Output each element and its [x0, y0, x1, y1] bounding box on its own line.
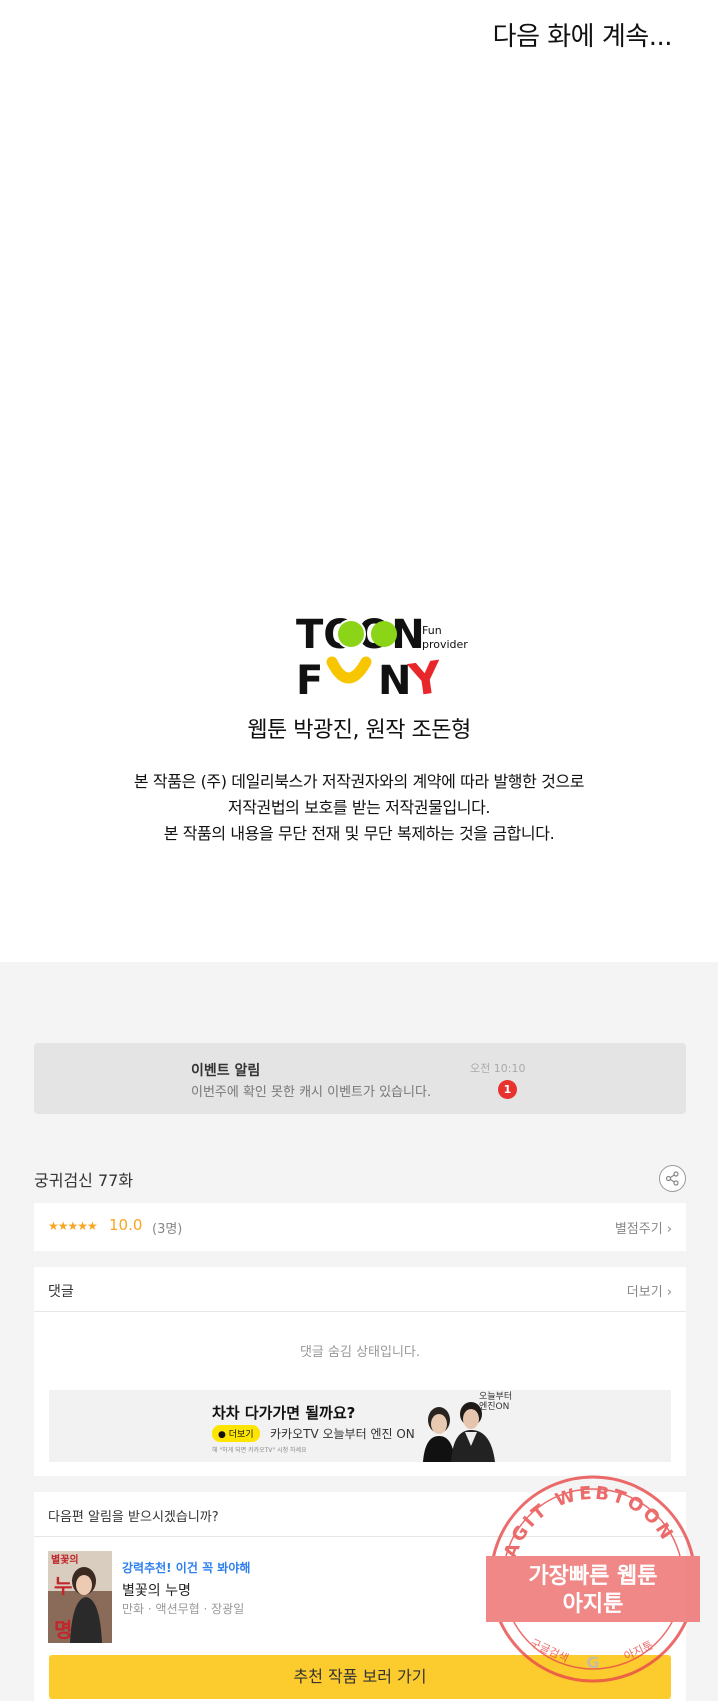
rating-card: ★★★★★ 10.0 (3명) 별점주기 ›	[34, 1203, 686, 1251]
ad-logo-line-2: 엔진ON	[479, 1402, 510, 1412]
continue-text: 다음 화에 계속...	[492, 22, 673, 52]
logo-tagline-provider: provider	[422, 638, 468, 651]
ad-logo-line-1: 오늘부터	[479, 1392, 513, 1402]
episode-title: 궁귀검신 77화	[34, 1171, 134, 1190]
toonfuny-logo: TOON Fun provider F N Y	[296, 612, 468, 698]
comments-hidden-message: 댓글 숨김 상태입니다.	[299, 1345, 421, 1360]
credit-line: 웹툰 박광진, 원작 조돈형	[247, 718, 471, 743]
share-icon	[665, 1171, 679, 1186]
rating-score: 10.0	[109, 1216, 143, 1234]
ad-banner[interactable]: 차차 다가가면 될까요? ● 더보기 카카오TV 오늘부터 엔진 ON 해 "하…	[49, 1390, 671, 1462]
copyright-notice: 본 작품은 (주) 데일리북스가 저작권자와의 계약에 따라 발행한 것으로 저…	[0, 769, 718, 847]
ad-description: 카카오TV 오늘부터 엔진 ON	[270, 1427, 415, 1441]
notice-line-3: 본 작품의 내용을 무단 전재 및 무단 복제하는 것을 금합니다.	[163, 824, 555, 843]
recommended-title[interactable]: 별꽃의 누명	[122, 1580, 191, 1600]
next-episode-question: 다음편 알림을 받으시겠습니까?	[48, 1510, 219, 1525]
share-button[interactable]	[659, 1165, 686, 1192]
event-description: 이번주에 확인 못한 캐시 이벤트가 있습니다.	[191, 1085, 432, 1100]
logo-f: F	[296, 658, 323, 698]
notice-line-2: 저작권법의 보호를 받는 저작권물입니다.	[227, 798, 491, 817]
comments-header: 댓글 더보기 ›	[34, 1267, 686, 1312]
comments-more-link[interactable]: 더보기 ›	[627, 1281, 672, 1300]
watermark-bottom-right: 아지툰	[622, 1639, 655, 1664]
logo-y: Y	[405, 652, 446, 698]
watermark-line-2: 아지툰	[563, 1592, 624, 1617]
google-g-icon: G	[586, 1653, 599, 1672]
rate-button[interactable]: 별점주기 ›	[615, 1218, 672, 1237]
cover-title-3: 명	[54, 1618, 72, 1642]
comments-title: 댓글	[48, 1284, 74, 1300]
event-count-badge: 1	[498, 1080, 517, 1099]
notice-line-1: 본 작품은 (주) 데일리북스가 저작권자와의 계약에 따라 발행한 것으로	[133, 772, 585, 791]
recommended-meta: 만화 · 액션무협 · 장광일	[122, 1602, 245, 1616]
ad-show-logo: 오늘부터 엔진ON	[479, 1392, 512, 1412]
ad-fine-print: 해 "하게 되면 카카오TV" 시청 하세요	[212, 1447, 307, 1454]
ad-title: 차차 다가가면 될까요?	[212, 1404, 356, 1422]
watermark-stamp: AGIT WEBTOON 가장빠른 웹툰 아지툰 구글검색 G 아지툰	[486, 1475, 700, 1683]
event-notification[interactable]: 이벤트 알림 이번주에 확인 못한 캐시 이벤트가 있습니다. 오전 10:10…	[34, 1043, 686, 1114]
logo-tagline-fun: Fun	[422, 624, 442, 637]
cover-title-2: 누	[54, 1574, 72, 1598]
recommend-tag: 강력추천! 이건 꼭 봐야해	[122, 1561, 251, 1575]
event-time: 오전 10:10	[470, 1062, 526, 1075]
recommended-cover[interactable]: 별꽃의 누 명	[48, 1551, 112, 1643]
ad-more-button[interactable]: ● 더보기	[212, 1425, 260, 1442]
comments-card: 댓글 더보기 › 댓글 숨김 상태입니다. 차차 다가가면 될까요? ● 더보기…	[34, 1267, 686, 1476]
logo-smile-u	[326, 656, 372, 684]
watermark-line-1: 가장빠른 웹툰	[528, 1564, 657, 1589]
rating-stars: ★★★★★	[48, 1219, 98, 1233]
event-title: 이벤트 알림	[191, 1063, 261, 1079]
cover-title-1: 별꽃의	[51, 1553, 79, 1566]
rating-count: (3명)	[152, 1222, 183, 1237]
